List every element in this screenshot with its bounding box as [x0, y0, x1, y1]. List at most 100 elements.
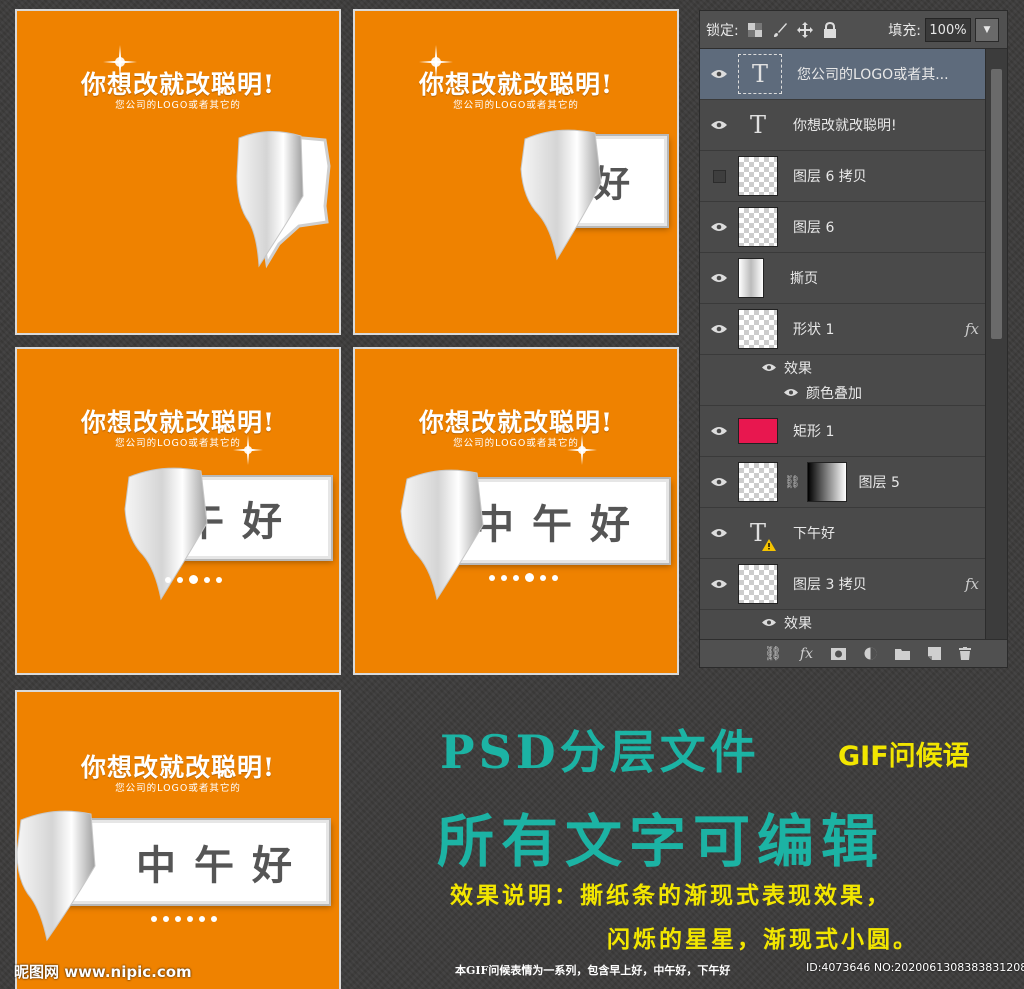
- promo-headline: PSD分层文件: [440, 725, 760, 779]
- eye-icon[interactable]: [762, 618, 776, 627]
- paper-curl: [520, 129, 602, 261]
- layer-thumbnail: [738, 564, 778, 604]
- layer-row[interactable]: T 你想改就改聪明!: [700, 100, 985, 151]
- layers-scrollbar[interactable]: [985, 49, 1007, 639]
- eye-icon[interactable]: [711, 120, 727, 130]
- layer-thumbnail: [738, 309, 778, 349]
- fill-input[interactable]: 100%: [925, 18, 971, 42]
- frame-title: 你想改就改聪明!: [81, 408, 275, 437]
- progress-dots: [489, 573, 558, 582]
- lock-bar: 锁定: 填充: 100% ▼: [700, 11, 1007, 49]
- layer-row[interactable]: 矩形 1: [700, 406, 985, 457]
- fx-icon[interactable]: fx: [965, 320, 979, 338]
- series-note: 本GIF问候表情为一系列，包含早上好，中午好，下午好: [455, 964, 731, 977]
- lock-transparent-icon[interactable]: [747, 22, 763, 38]
- new-group-icon[interactable]: [895, 648, 910, 660]
- frame-subtitle: 您公司的LOGO或者其它的: [115, 438, 241, 449]
- add-mask-icon[interactable]: [831, 647, 846, 660]
- layer-name: 图层 3 拷贝: [793, 577, 867, 593]
- animation-frame-1: 你想改就改聪明! 您公司的LOGO或者其它的: [15, 9, 341, 335]
- layer-row[interactable]: T 下午好: [700, 508, 985, 559]
- paper-curl: [400, 469, 484, 601]
- eye-icon[interactable]: [711, 528, 727, 538]
- promo-effect-desc-1: 效果说明：撕纸条的渐现式表现效果，: [450, 882, 892, 909]
- text-layer-icon: T: [738, 513, 778, 553]
- eye-icon[interactable]: [711, 273, 727, 283]
- frame-subtitle: 您公司的LOGO或者其它的: [115, 783, 241, 794]
- layer-name: 矩形 1: [793, 424, 835, 440]
- layer-row[interactable]: T 您公司的LOGO或者其...: [700, 49, 985, 100]
- frame-subtitle: 您公司的LOGO或者其它的: [453, 438, 579, 449]
- layer-name: 撕页: [790, 271, 818, 287]
- animation-frame-4: 你想改就改聪明! 您公司的LOGO或者其它的 中午好: [353, 347, 679, 675]
- paper-curl: [236, 130, 331, 269]
- eye-icon[interactable]: [711, 579, 727, 589]
- frame-title: 你想改就改聪明!: [419, 70, 613, 99]
- animation-frame-3: 你想改就改聪明! 您公司的LOGO或者其它的 午好: [15, 347, 341, 675]
- eye-icon[interactable]: [784, 388, 798, 397]
- mask-thumbnail: [806, 462, 847, 502]
- text-layer-icon: T: [749, 111, 766, 139]
- layer-thumbnail: [738, 156, 778, 196]
- effects-row[interactable]: 效果: [700, 610, 985, 635]
- progress-dots: [151, 916, 217, 922]
- lock-brush-icon[interactable]: [772, 22, 788, 38]
- lock-move-icon[interactable]: [796, 21, 813, 38]
- frame-title: 你想改就改聪明!: [419, 408, 613, 437]
- animation-frame-2: 你想改就改聪明! 您公司的LOGO或者其它的 好: [353, 9, 679, 335]
- layers-list: T 您公司的LOGO或者其... T 你想改就改聪明! 图层 6 拷贝 图层 6…: [700, 49, 985, 639]
- fill-dropdown-icon[interactable]: ▼: [975, 18, 999, 42]
- fx-icon[interactable]: fx: [965, 575, 979, 593]
- frame-subtitle: 您公司的LOGO或者其它的: [453, 100, 579, 111]
- paper-curl: [17, 810, 96, 942]
- layers-toolbar: ⛓ fx: [700, 639, 1007, 667]
- text-layer-icon: T: [738, 54, 782, 94]
- layers-panel: 锁定: 填充: 100% ▼ T 您公司的LOGO或者其... T 你想改就改聪…: [699, 10, 1008, 668]
- layer-name: 下午好: [793, 526, 835, 542]
- layer-name: 你想改就改聪明!: [793, 118, 897, 134]
- layer-thumbnail: [738, 462, 778, 502]
- frame-title: 你想改就改聪明!: [81, 753, 275, 782]
- frame-title: 你想改就改聪明!: [81, 70, 275, 99]
- eye-icon[interactable]: [711, 69, 727, 79]
- promo-gif-label: GIF问候语: [838, 741, 970, 772]
- adjustment-layer-icon[interactable]: [864, 647, 877, 660]
- link-layers-icon[interactable]: ⛓: [764, 646, 782, 662]
- layer-row[interactable]: ⛓ 图层 5: [700, 457, 985, 508]
- link-icon[interactable]: ⛓: [784, 475, 801, 490]
- layer-row[interactable]: 图层 6 拷贝: [700, 151, 985, 202]
- visibility-toggle[interactable]: [712, 169, 726, 183]
- lock-label: 锁定:: [706, 22, 739, 39]
- layer-name: 图层 6 拷贝: [793, 169, 867, 185]
- layer-name: 图层 6: [793, 220, 835, 236]
- new-layer-icon[interactable]: [928, 647, 941, 660]
- effects-row[interactable]: 效果: [700, 355, 985, 380]
- progress-dots: [165, 575, 222, 584]
- layer-row[interactable]: 形状 1 fx: [700, 304, 985, 355]
- warning-icon: [762, 539, 776, 551]
- eye-icon[interactable]: [711, 222, 727, 232]
- layer-thumbnail: [738, 207, 778, 247]
- color-overlay-row[interactable]: 颜色叠加: [700, 380, 985, 406]
- eye-icon[interactable]: [762, 363, 776, 372]
- eye-icon[interactable]: [711, 426, 727, 436]
- layer-name: 形状 1: [793, 322, 835, 338]
- delete-layer-icon[interactable]: [959, 647, 971, 660]
- fill-label: 填充:: [888, 23, 921, 39]
- strip-text: 中午好: [136, 842, 310, 889]
- effects-label: 效果: [784, 360, 812, 377]
- rectangle-thumbnail: [738, 418, 778, 444]
- lock-all-icon[interactable]: [822, 21, 838, 38]
- scrollbar-thumb[interactable]: [991, 69, 1002, 339]
- promo-effect-desc-2: 闪烁的星星，渐现式小圆。: [607, 926, 919, 953]
- layer-row[interactable]: 撕页: [700, 253, 985, 304]
- fx-button[interactable]: fx: [800, 646, 813, 662]
- effects-label: 效果: [784, 615, 812, 632]
- layer-row[interactable]: 图层 6: [700, 202, 985, 253]
- layer-name: 您公司的LOGO或者其...: [797, 67, 949, 83]
- eye-icon[interactable]: [711, 477, 727, 487]
- layer-row[interactable]: 图层 3 拷贝 fx: [700, 559, 985, 610]
- frame-subtitle: 您公司的LOGO或者其它的: [115, 100, 241, 111]
- eye-icon[interactable]: [711, 324, 727, 334]
- color-overlay-label: 颜色叠加: [806, 385, 862, 402]
